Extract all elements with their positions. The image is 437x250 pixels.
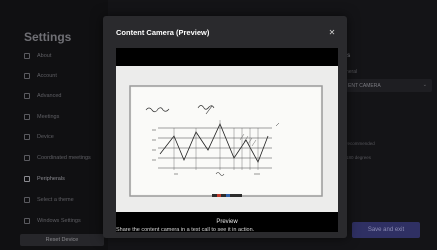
preview-label: Preview: [216, 219, 238, 225]
sidebar-item-label: Windows Settings: [37, 218, 81, 224]
section-header: s: [347, 53, 351, 59]
calendar-icon: [24, 114, 30, 120]
save-and-exit-button[interactable]: Save and exit: [352, 222, 420, 238]
sidebar-item-select-theme[interactable]: Select a theme: [24, 194, 74, 206]
sidebar-item-coordinated-meetings[interactable]: Coordinated meetings: [24, 152, 91, 164]
sidebar-item-advanced[interactable]: Advanced: [24, 90, 61, 102]
sidebar-item-windows-settings[interactable]: Windows Settings: [24, 215, 81, 227]
peripherals-icon: [24, 176, 30, 182]
sidebar-item-label: About: [37, 53, 52, 59]
option-note: 180 degrees: [346, 155, 372, 160]
close-icon[interactable]: ✕: [326, 26, 338, 38]
sidebar-item-label: Account: [37, 73, 57, 79]
sidebar-item-label: Coordinated meetings: [37, 155, 91, 161]
sidebar-item-account[interactable]: Account: [24, 70, 57, 82]
option-note: recommended: [346, 141, 375, 146]
sidebar-item-device[interactable]: Device: [24, 131, 54, 143]
sidebar-item-about[interactable]: About: [24, 50, 51, 62]
camera-select[interactable]: ENT CAMERA ⌄: [346, 79, 432, 92]
whiteboard-drawing: [129, 85, 323, 197]
chevron-down-icon: ⌄: [422, 82, 427, 88]
camera-select-value: ENT CAMERA: [348, 82, 381, 89]
sliders-icon: [24, 93, 30, 99]
palette-icon: [24, 197, 30, 203]
content-camera-dialog: Content Camera (Preview) ✕ Preview: [103, 16, 347, 238]
sidebar-item-label: Peripherals: [37, 176, 65, 182]
settings-right-panel: s neral ENT CAMERA ⌄ recommended 180 deg…: [346, 0, 437, 250]
dialog-title: Content Camera (Preview): [116, 28, 210, 37]
dialog-hint-text: Share the content camera in a test call …: [116, 227, 255, 233]
settings-title: Settings: [24, 30, 72, 44]
reset-device-button[interactable]: Reset Device: [20, 234, 104, 246]
sidebar-item-peripherals[interactable]: Peripherals: [24, 173, 65, 185]
person-icon: [24, 73, 30, 79]
field-label: neral: [346, 69, 358, 75]
sidebar-item-label: Advanced: [37, 93, 62, 99]
camera-preview: Preview: [116, 48, 338, 232]
preview-letterbox: [116, 48, 338, 66]
sidebar-item-label: Meetings: [37, 114, 60, 120]
windows-icon: [24, 218, 30, 224]
settings-sidebar: Settings About Account Advanced Meetings…: [0, 0, 108, 250]
monitor-icon: [24, 134, 30, 140]
sync-icon: [24, 155, 30, 161]
sidebar-item-label: Select a theme: [37, 197, 74, 203]
whiteboard-camera-image: [116, 66, 338, 212]
sidebar-item-label: Device: [37, 134, 54, 140]
info-icon: [24, 53, 30, 59]
sidebar-item-meetings[interactable]: Meetings: [24, 111, 59, 123]
